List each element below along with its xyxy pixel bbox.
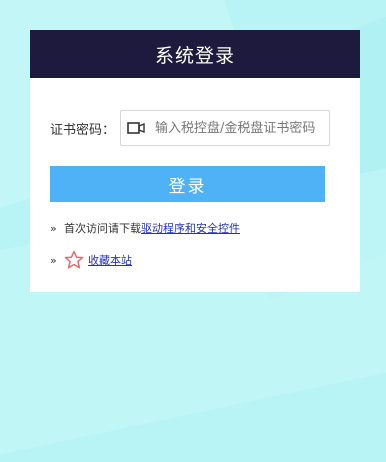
add-favorite-link[interactable]: 收藏本站 xyxy=(88,252,132,268)
cert-password-label: 证书密码： xyxy=(50,122,116,138)
download-info: » 首次访问请下载 驱动程序和安全控件 xyxy=(50,220,240,236)
cert-password-input[interactable] xyxy=(153,119,327,137)
star-icon[interactable] xyxy=(64,250,84,270)
cert-password-row: 证书密码： xyxy=(50,110,330,146)
card-reader-icon xyxy=(127,119,145,137)
favorite-info: » 收藏本站 xyxy=(50,250,132,270)
download-drivers-link[interactable]: 驱动程序和安全控件 xyxy=(141,220,240,236)
cert-password-field[interactable] xyxy=(120,110,330,146)
bullet-icon: » xyxy=(50,253,57,267)
page-title: 系统登录 xyxy=(154,44,235,67)
bullet-icon: » xyxy=(50,221,57,235)
login-header: 系统登录 xyxy=(30,30,360,78)
login-panel: 系统登录 证书密码： 登录 » 首次访问请下载 驱动程序和安全控件 » 收藏本站 xyxy=(30,30,360,292)
login-button[interactable]: 登录 xyxy=(50,166,325,202)
download-prefix: 首次访问请下载 xyxy=(64,222,141,235)
